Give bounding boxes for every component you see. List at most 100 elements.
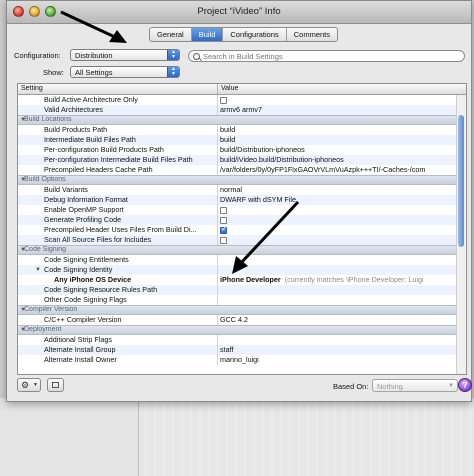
column-divider	[217, 145, 218, 155]
popup-arrows-icon: ▲ ▼	[167, 67, 179, 77]
section-header-label: Build Locations	[24, 116, 72, 123]
setting-checkbox[interactable]	[220, 225, 227, 235]
table-row[interactable]: ▼ Code Signing Identity	[18, 265, 456, 275]
vertical-scrollbar[interactable]	[456, 95, 466, 374]
section-header-label: Deployment	[24, 326, 62, 333]
table-row[interactable]: Per-configuration Intermediate Build Fil…	[18, 155, 456, 165]
show-popup[interactable]: All Settings ▲ ▼	[70, 66, 180, 78]
setting-checkbox[interactable]	[220, 206, 227, 214]
section-header[interactable]: ▼ Deployment	[18, 325, 456, 335]
column-divider	[217, 205, 218, 215]
table-row[interactable]: Alternate Install Group staff	[18, 345, 456, 355]
table-row[interactable]: Valid Architectures armv6 armv7	[18, 105, 456, 115]
table-row[interactable]: Any iPhone OS Device iPhone Developer (cu…	[18, 275, 456, 285]
setting-value[interactable]: build	[220, 125, 454, 135]
setting-checkbox[interactable]	[220, 216, 227, 224]
setting-name: Code Signing Entitlements	[44, 255, 129, 264]
table-row[interactable]: Alternate Install Owner marino_luigi	[18, 355, 456, 365]
setting-value-hint: (currently matches 'iPhone Developer: Lu…	[284, 275, 424, 284]
table-row[interactable]: Precompiled Headers Cache Path/var/folde…	[18, 165, 456, 175]
setting-value-text: iPhone Developer	[220, 275, 281, 284]
table-row[interactable]: Scan All Source Files for Includes	[18, 235, 456, 245]
calculator-button[interactable]	[47, 378, 64, 392]
table-row[interactable]: Build Products Path build	[18, 125, 456, 135]
tab-general[interactable]: General	[150, 28, 192, 41]
setting-checkbox[interactable]	[220, 236, 227, 244]
setting-value[interactable]: iPhone Developer (currently matches 'iPh…	[220, 275, 454, 285]
action-menu-button[interactable]: ⚙ ▼	[17, 378, 41, 392]
table-row[interactable]: Code Signing Resource Rules Path	[18, 285, 456, 295]
column-divider	[217, 345, 218, 355]
table-row[interactable]: Build Variants normal	[18, 185, 456, 195]
section-header[interactable]: ▼ Build Locations	[18, 115, 456, 125]
tab-build[interactable]: Build	[191, 28, 224, 41]
disclosure-triangle-icon[interactable]: ▼	[35, 265, 41, 275]
setting-value[interactable]	[220, 225, 454, 235]
section-header[interactable]: ▼ Compiler Version	[18, 305, 456, 315]
setting-value[interactable]: DWARF with dSYM File	[220, 195, 454, 205]
setting-value[interactable]	[220, 95, 454, 105]
setting-value[interactable]	[220, 235, 454, 245]
setting-value[interactable]: staff	[220, 345, 454, 355]
based-on-popup[interactable]: Nothing ▼	[372, 379, 458, 392]
help-button[interactable]: ?	[458, 378, 472, 392]
setting-value[interactable]	[220, 205, 454, 215]
tab-comments[interactable]: Comments	[287, 28, 337, 41]
column-divider	[217, 105, 218, 115]
column-header-value[interactable]: Value	[217, 84, 238, 94]
column-divider	[217, 155, 218, 165]
table-row[interactable]: Precompiled Header Uses Files From Build…	[18, 225, 456, 235]
table-row[interactable]: Build Active Architecture Only	[18, 95, 456, 105]
tab-configurations[interactable]: Configurations	[223, 28, 287, 41]
table-row[interactable]: Additional Strip Flags	[18, 335, 456, 345]
setting-name: Precompiled Header Uses Files From Build…	[44, 225, 197, 234]
setting-name: Code Signing Identity	[44, 265, 113, 274]
table-row[interactable]: Code Signing Entitlements	[18, 255, 456, 265]
setting-name: Per-configuration Intermediate Build Fil…	[44, 155, 193, 164]
table-row[interactable]: Enable OpenMP Support	[18, 205, 456, 215]
setting-value[interactable]: armv6 armv7	[220, 105, 454, 115]
setting-value[interactable]: /var/folders/0y/0yFP1FlxGAOVrVLmVuAzpk++…	[220, 165, 454, 175]
setting-value[interactable]: marino_luigi	[220, 355, 454, 365]
table-row[interactable]: Generate Profiling Code	[18, 215, 456, 225]
table-row[interactable]: Other Code Signing Flags	[18, 295, 456, 305]
setting-value[interactable]: build/iVideo.build/Distribution-iphoneos	[220, 155, 454, 165]
setting-name: Additional Strip Flags	[44, 335, 112, 344]
setting-name: Build Active Architecture Only	[44, 95, 138, 104]
setting-name: Debug Information Format	[44, 195, 128, 204]
search-field[interactable]	[188, 50, 465, 62]
configuration-label: Configuration:	[14, 51, 61, 60]
section-header[interactable]: ▼ Build Options	[18, 175, 456, 185]
setting-name: Build Products Path	[44, 125, 108, 134]
column-divider	[217, 165, 218, 175]
scrollbar-thumb[interactable]	[458, 115, 464, 247]
table-rows: Build Active Architecture Only Valid Arch…	[18, 95, 456, 365]
column-divider	[217, 195, 218, 205]
setting-value[interactable]: build/Distribution-iphoneos	[220, 145, 454, 155]
column-divider	[217, 255, 218, 265]
column-divider	[217, 225, 218, 235]
setting-value[interactable]: normal	[220, 185, 454, 195]
setting-checkbox[interactable]	[220, 96, 227, 104]
setting-name: Alternate Install Owner	[44, 355, 117, 364]
setting-name: Build Variants	[44, 185, 88, 194]
table-row[interactable]: C/C++ Compiler Version GCC 4.2	[18, 315, 456, 325]
column-divider	[217, 185, 218, 195]
setting-value[interactable]	[220, 215, 454, 225]
column-header-setting[interactable]: Setting	[21, 84, 43, 94]
setting-name: Per-configuration Build Products Path	[44, 145, 164, 154]
section-header[interactable]: ▼ Code Signing	[18, 245, 456, 255]
column-divider	[217, 295, 218, 305]
configuration-popup[interactable]: Distribution ▲ ▼	[70, 49, 180, 61]
table-row[interactable]: Intermediate Build Files Path build	[18, 135, 456, 145]
setting-value[interactable]: GCC 4.2	[220, 315, 454, 325]
setting-name: Other Code Signing Flags	[44, 295, 127, 304]
background-divider	[138, 398, 139, 476]
column-divider	[217, 215, 218, 225]
build-settings-table: Setting Value Build Active Architecture …	[17, 83, 467, 375]
setting-value[interactable]: build	[220, 135, 454, 145]
search-input[interactable]	[203, 51, 453, 61]
table-row[interactable]: Debug Information Format DWARF with dSYM …	[18, 195, 456, 205]
table-row[interactable]: Per-configuration Build Products Path bui…	[18, 145, 456, 155]
table-header: Setting Value	[18, 84, 466, 95]
